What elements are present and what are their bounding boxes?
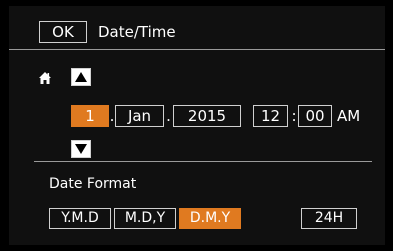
time-separator: : (291, 107, 297, 125)
format-option-dmy[interactable]: D.M.Y (179, 208, 241, 229)
page-title: Date/Time (98, 23, 176, 41)
format-option-ymd[interactable]: Y.M.D (49, 208, 111, 229)
day-field[interactable]: 1 (71, 105, 109, 127)
home-icon (38, 70, 52, 84)
date-format-label: Date Format (49, 176, 137, 192)
ok-button[interactable]: OK (39, 21, 87, 43)
header-divider (9, 49, 385, 50)
date-time-screen: OK Date/Time 1 . Jan . 2015 12 : 00 AM D… (9, 6, 385, 245)
hour-field[interactable]: 12 (253, 105, 288, 127)
ampm-label: AM (337, 107, 361, 125)
minute-field[interactable]: 00 (298, 105, 332, 127)
date-separator: . (166, 107, 171, 125)
format-option-mdy[interactable]: M.D,Y (114, 208, 176, 229)
clock-24h-toggle[interactable]: 24H (301, 208, 357, 229)
month-field[interactable]: Jan (115, 105, 164, 127)
down-arrow-icon[interactable] (71, 140, 91, 158)
up-arrow-icon[interactable] (71, 68, 91, 86)
section-divider (34, 161, 372, 162)
year-field[interactable]: 2015 (173, 105, 241, 127)
